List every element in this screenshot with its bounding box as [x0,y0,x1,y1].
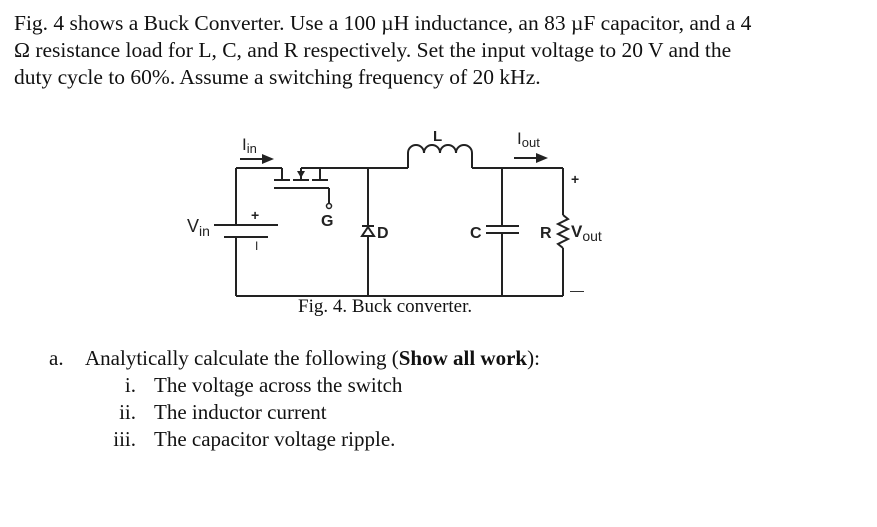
subtask-text: The capacitor voltage ripple. [154,427,396,451]
inductor-label: L [433,128,442,145]
subtask-text: The voltage across the switch [154,373,403,397]
resistor-label: R [540,225,552,242]
task-intro: Analytically calculate the following (Sh… [85,346,540,370]
gate-terminal [325,202,333,210]
vout-minus-sign: — [570,282,584,298]
figure-caption: Fig. 4. Buck converter. [298,296,473,317]
iin-label: Iin [242,135,257,156]
task-a: a. Analytically calculate the following (… [49,345,540,372]
task-list: a. Analytically calculate the following (… [49,345,540,453]
vout-plus-sign: + [571,171,579,187]
inductor-coil [407,144,473,168]
iout-arrow-head [536,153,548,163]
iin-arrow-head [262,154,274,164]
battery-plus-sign: + [251,207,259,223]
subtask-number: iii. [113,427,136,451]
subtask-number: i. [124,373,136,397]
mosfet-arrow [297,171,305,178]
subtask-item: ii. The inductor current [49,399,540,426]
task-marker: a. [49,346,64,370]
subtask-number: ii. [119,400,136,424]
diode-label: D [377,225,389,242]
diode-triangle [360,225,376,237]
iout-label: Iout [517,129,540,150]
vout-label: Vout [571,222,602,244]
subtask-item: i. The voltage across the switch [49,372,540,399]
gate-label: G [321,213,333,230]
battery-minus-sign: I [255,239,258,253]
resistor-zigzag [555,214,571,249]
capacitor-label: C [470,225,482,242]
vin-label: Vin [187,216,210,239]
subtask-text: The inductor current [154,400,327,424]
subtask-item: iii. The capacitor voltage ripple. [49,426,540,453]
